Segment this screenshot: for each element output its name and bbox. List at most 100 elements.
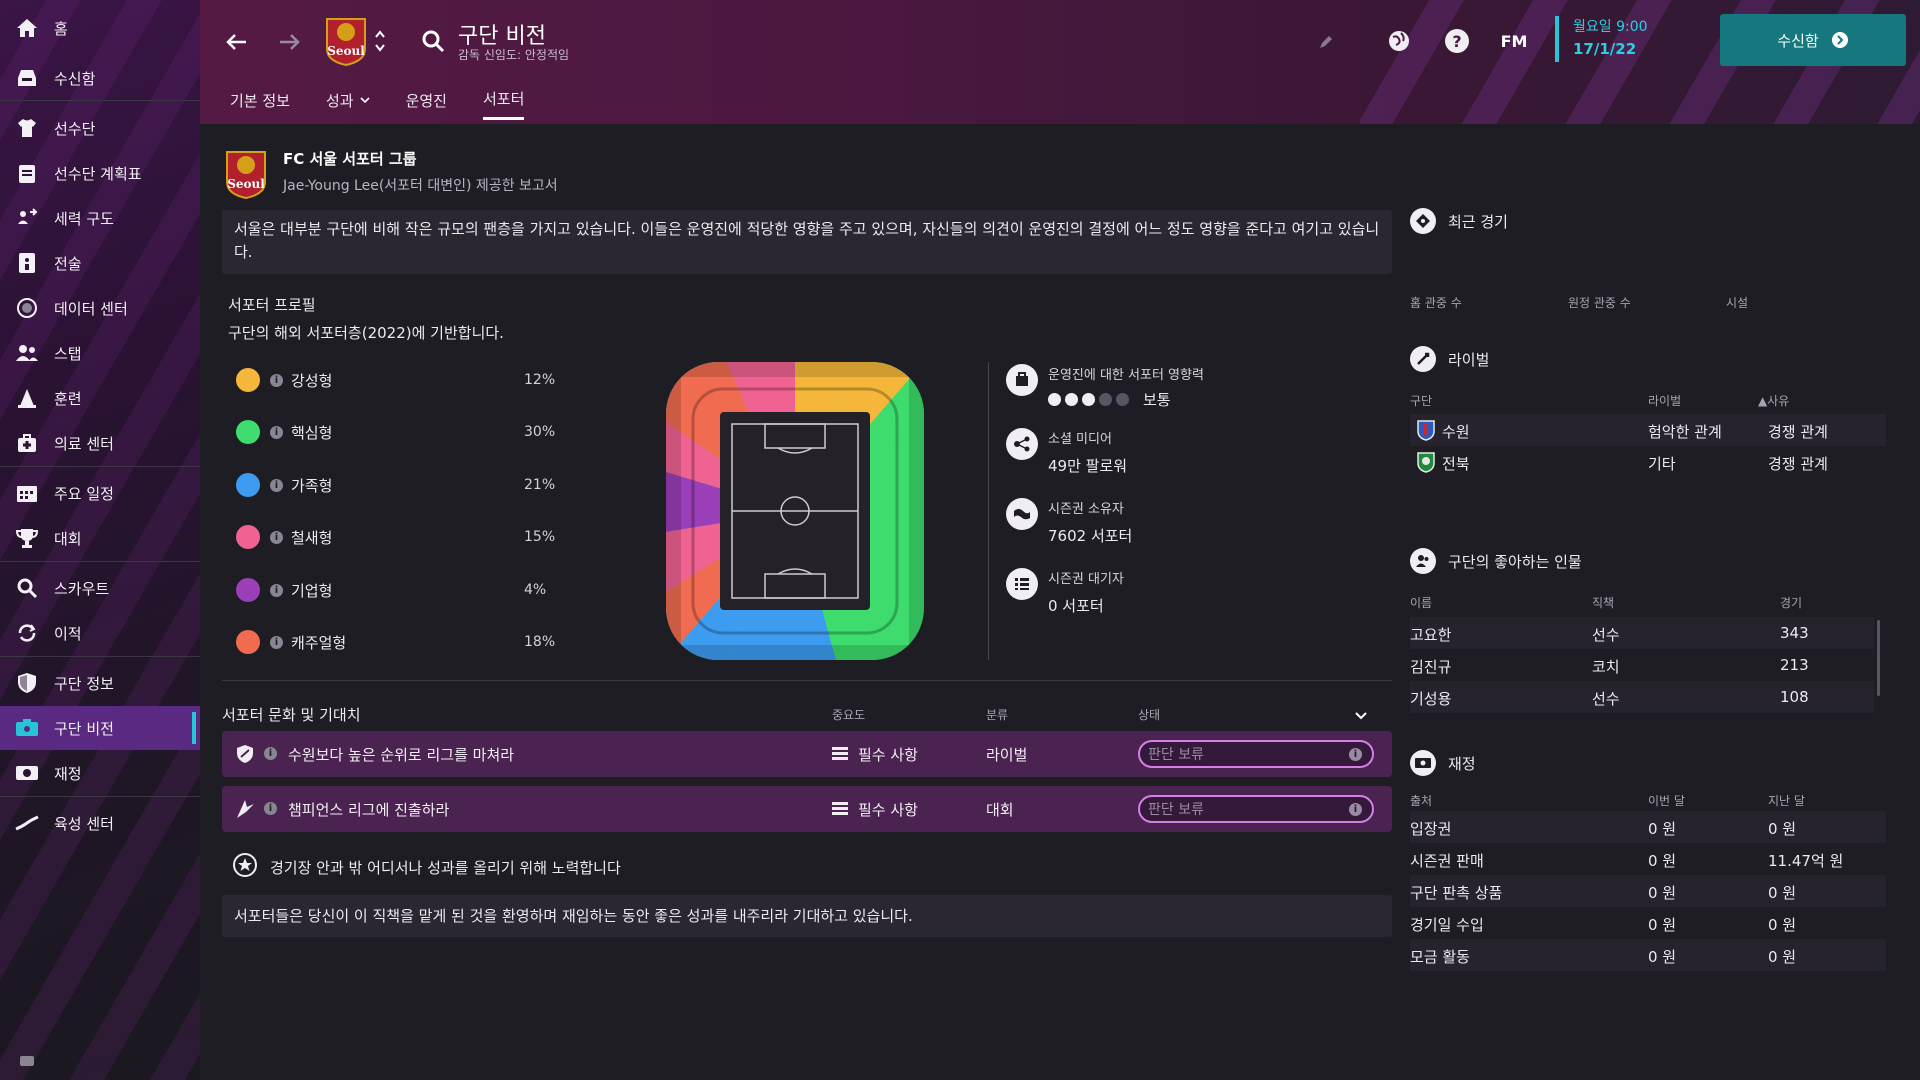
expectation-row[interactable]: i 수원보다 높은 순위로 리그를 마쳐라 필수 사항 라이벌 판단 보류 i: [222, 731, 1392, 777]
back-button[interactable]: [220, 26, 252, 58]
world-button[interactable]: [1384, 26, 1414, 56]
expectation-category: 라이벌: [986, 746, 1028, 764]
shield-icon: [236, 744, 254, 768]
sidebar-item-staff[interactable]: 스탭: [0, 331, 200, 375]
fm-menu-button[interactable]: FM: [1496, 26, 1532, 56]
rating-dot-filled: [1065, 393, 1078, 406]
info-icon[interactable]: i: [1349, 748, 1362, 761]
tab-supporters[interactable]: 서포터: [482, 88, 525, 120]
favourite-row[interactable]: 고요한 선수 343: [1410, 617, 1874, 649]
info-icon[interactable]: i: [270, 373, 283, 387]
info-icon[interactable]: i: [270, 635, 283, 649]
sidebar-item-club-vision[interactable]: 구단 비전: [0, 706, 200, 750]
sidebar-item-medical[interactable]: 의료 센터: [0, 421, 200, 465]
finance-row[interactable]: 시즌권 판매 0 원 11.47억 원: [1410, 843, 1886, 875]
list-icon: [832, 801, 848, 821]
expectation-row[interactable]: i 챔피언스 리그에 진출하라 필수 사항 대회 판단 보류 i: [222, 786, 1392, 832]
sidebar: 홈 수신함 선수단 선수단 계획표 세력 구도 전술 데이터 센터 스탭 훈련 …: [0, 0, 200, 1080]
tab-overview[interactable]: 기본 정보: [230, 88, 290, 120]
tab-board[interactable]: 운영진: [406, 88, 447, 120]
stat-value: 보통: [1143, 391, 1171, 409]
sidebar-item-finances[interactable]: 재정: [0, 751, 200, 795]
rival-row[interactable]: 수원 험악한 관계 경쟁 관계: [1410, 414, 1886, 446]
divider: [222, 680, 1392, 681]
column-header-importance[interactable]: 중요도: [832, 706, 865, 723]
info-icon[interactable]: i: [270, 478, 283, 492]
club-logo[interactable]: Seoul: [322, 14, 370, 68]
sidebar-item-dynamics[interactable]: 세력 구도: [0, 196, 200, 240]
sidebar-item-club-info[interactable]: 구단 정보: [0, 661, 200, 705]
status-icon[interactable]: [20, 1056, 34, 1066]
sidebar-item-transfers[interactable]: 이적: [0, 611, 200, 655]
chevron-down-icon: [1355, 712, 1367, 720]
info-icon[interactable]: i: [264, 802, 277, 815]
sidebar-item-inbox[interactable]: 수신함: [0, 56, 200, 100]
sidebar-item-dev-centre[interactable]: 육성 센터: [0, 801, 200, 845]
sidebar-item-squad-planner[interactable]: 선수단 계획표: [0, 151, 200, 195]
expectation-importance: 필수 사항: [858, 746, 918, 764]
vision-icon: [14, 715, 40, 741]
sidebar-item-data-hub[interactable]: 데이터 센터: [0, 286, 200, 330]
rating-dot-empty: [1099, 393, 1112, 406]
profile-row[interactable]: i 기업형 4%: [236, 575, 576, 605]
continue-inbox-button[interactable]: 수신함: [1720, 14, 1906, 66]
sidebar-item-tactics[interactable]: 전술: [0, 241, 200, 285]
status-pill[interactable]: 판단 보류 i: [1138, 740, 1374, 768]
column-header[interactable]: 원정 관중 수: [1568, 294, 1631, 311]
profile-row[interactable]: i 캐주얼형 18%: [236, 627, 576, 657]
profile-row[interactable]: i 가족형 21%: [236, 470, 576, 500]
sidebar-item-scouting[interactable]: 스카우트: [0, 566, 200, 610]
column-header-category[interactable]: 분류: [986, 706, 1008, 723]
column-header[interactable]: 직책: [1592, 594, 1614, 611]
tab-performance[interactable]: 성과: [326, 88, 370, 120]
search-button[interactable]: [418, 26, 448, 56]
edit-button[interactable]: [1314, 30, 1338, 54]
club-switcher[interactable]: [372, 24, 388, 58]
column-header[interactable]: 시설: [1726, 294, 1748, 311]
sidebar-item-home[interactable]: 홈: [0, 6, 200, 50]
sidebar-item-schedule[interactable]: 주요 일정: [0, 471, 200, 515]
rival-row[interactable]: 전북 기타 경쟁 관계: [1410, 446, 1886, 478]
help-button[interactable]: ?: [1442, 26, 1472, 56]
info-icon[interactable]: i: [270, 583, 283, 597]
finance-this-month: 0 원: [1648, 884, 1677, 902]
finance-row[interactable]: 구단 판촉 상품 0 원 0 원: [1410, 875, 1886, 907]
finance-row[interactable]: 경기일 수입 0 원 0 원: [1410, 907, 1886, 939]
column-header[interactable]: 라이벌: [1648, 392, 1681, 409]
chevron-down-icon: [360, 97, 370, 104]
sidebar-item-competitions[interactable]: 대회: [0, 516, 200, 560]
profile-name: 기업형: [291, 581, 333, 600]
collapse-toggle[interactable]: [1354, 706, 1368, 725]
sidebar-item-training[interactable]: 훈련: [0, 376, 200, 420]
profile-row[interactable]: i 핵심형 30%: [236, 417, 576, 447]
info-icon[interactable]: i: [264, 747, 277, 760]
profile-percent: 12%: [524, 372, 556, 388]
finance-row[interactable]: 모금 활동 0 원 0 원: [1410, 939, 1886, 971]
rival-level: 험악한 관계: [1648, 423, 1722, 441]
stat-value: 7602 서포터: [1048, 527, 1133, 545]
status-pill[interactable]: 판단 보류 i: [1138, 795, 1374, 823]
profile-row[interactable]: i 철새형 15%: [236, 522, 576, 552]
column-header[interactable]: 이름: [1410, 594, 1432, 611]
favourite-row[interactable]: 김진규 코치 213: [1410, 649, 1874, 681]
column-header[interactable]: 출처: [1410, 792, 1432, 809]
column-header[interactable]: 지난 달: [1768, 792, 1805, 809]
sidebar-item-squad[interactable]: 선수단: [0, 106, 200, 150]
column-header[interactable]: 홈 관중 수: [1410, 294, 1462, 311]
column-header-sorted[interactable]: ▲사유: [1758, 392, 1789, 409]
finances-title: 재정: [1410, 750, 1476, 776]
profile-row[interactable]: i 강성형 12%: [236, 365, 576, 395]
info-icon[interactable]: i: [1349, 803, 1362, 816]
column-header-status[interactable]: 상태: [1138, 706, 1160, 723]
finance-row[interactable]: 입장권 0 원 0 원: [1410, 811, 1886, 843]
column-header[interactable]: 경기: [1780, 594, 1802, 611]
info-icon[interactable]: i: [270, 530, 283, 544]
favourite-row[interactable]: 기성용 선수 108: [1410, 681, 1874, 713]
scrollbar[interactable]: [1877, 620, 1880, 696]
column-header[interactable]: 구단: [1410, 392, 1432, 409]
forward-button[interactable]: [274, 26, 306, 58]
date-display[interactable]: 월요일 9:00 17/1/22: [1555, 16, 1648, 62]
column-header[interactable]: 이번 달: [1648, 792, 1685, 809]
rating-dot-filled: [1082, 393, 1095, 406]
info-icon[interactable]: i: [270, 425, 283, 439]
